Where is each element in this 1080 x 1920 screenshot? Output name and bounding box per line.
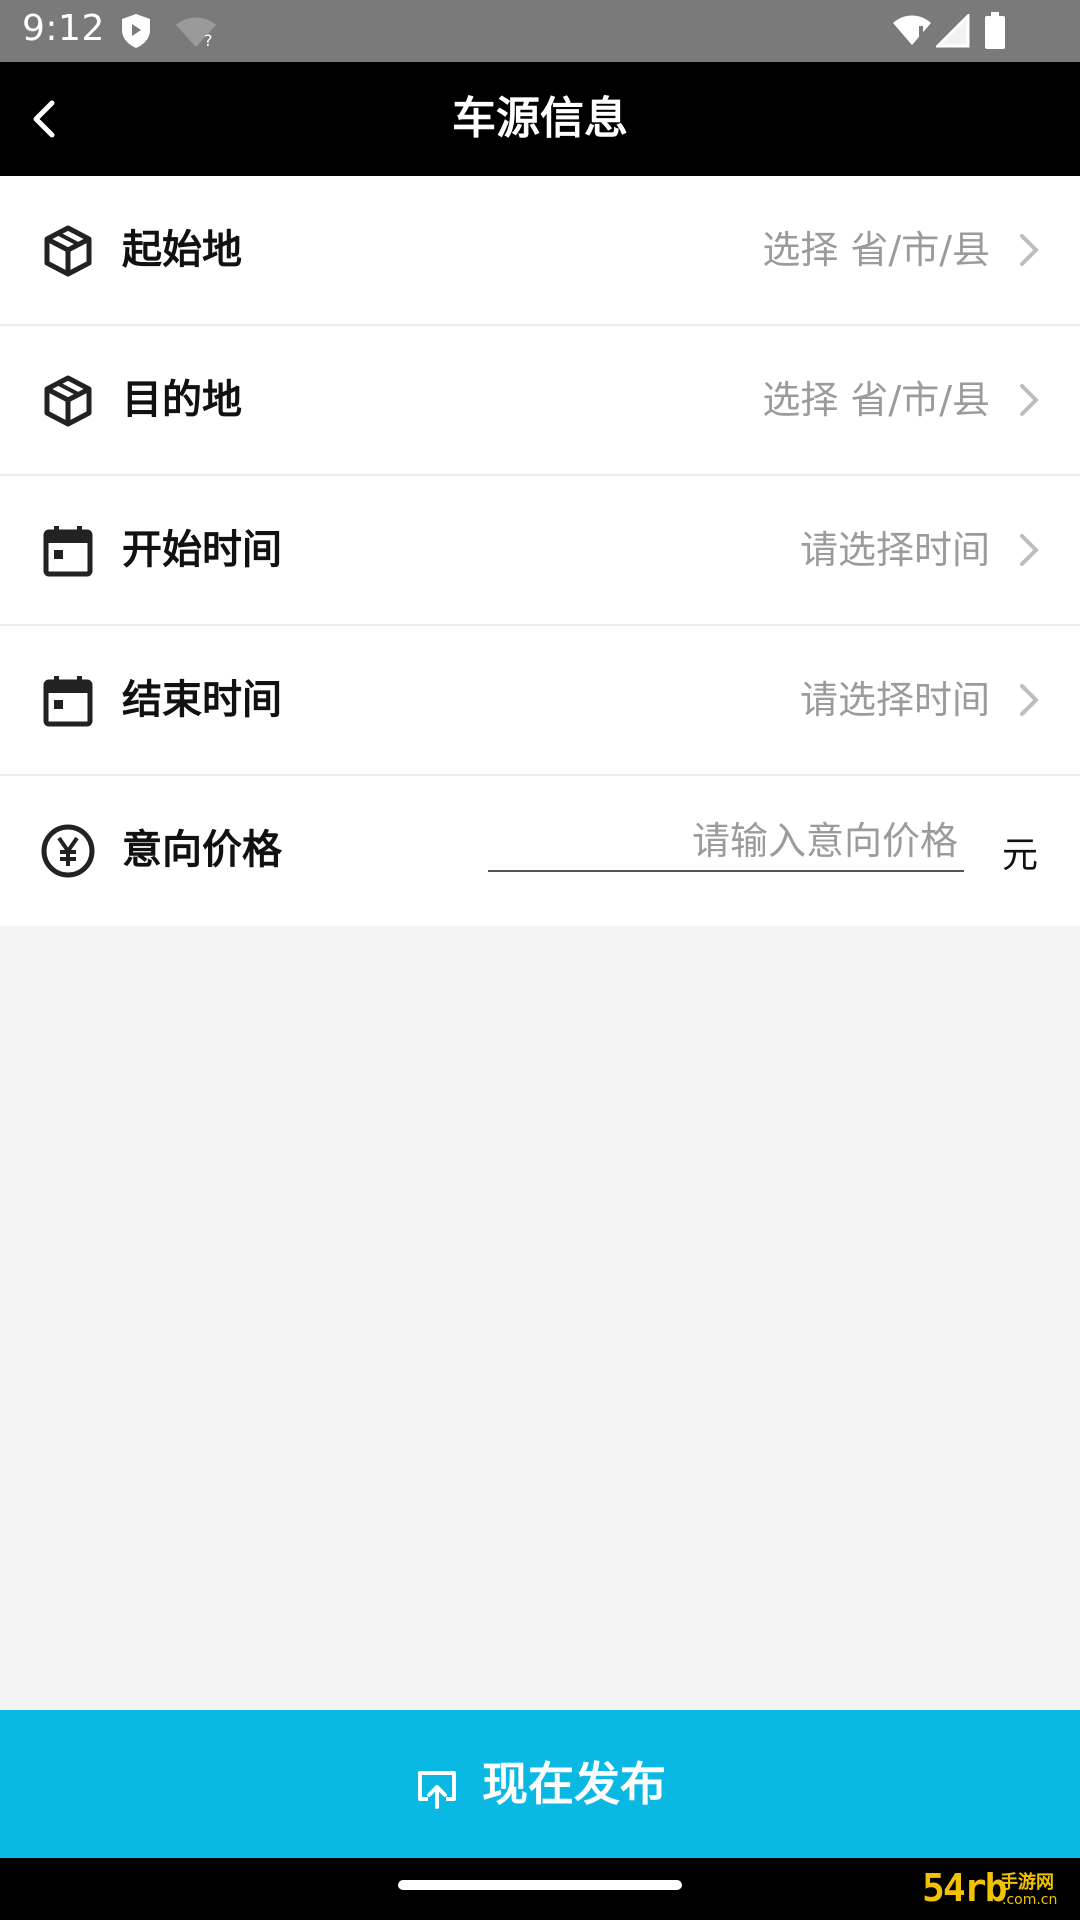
price-unit: 元 [1001,835,1038,876]
origin-label: 起始地 [122,227,242,273]
start-time-value: 请选择时间 [799,528,990,572]
battery-icon [985,12,1005,49]
destination-row[interactable]: 目的地 选择 省/市/县 [0,326,1080,476]
vehicle-info-form: 起始地 选择 省/市/县 目的地 选择 省/市/县 开始时间 请选择时间 结束时… [0,176,1080,926]
watermark-logo: 54rb 手游网 .com.cn [922,1864,1072,1916]
system-nav-bar: 54rb 手游网 .com.cn [0,1858,1080,1920]
shield-icon [122,14,150,48]
destination-value: 选择 省/市/县 [762,378,990,422]
cube-icon [44,375,92,427]
start-time-row[interactable]: 开始时间 请选择时间 [0,476,1080,626]
origin-row[interactable]: 起始地 选择 省/市/县 [0,176,1080,326]
calendar-icon [43,526,93,577]
chevron-right-icon [1020,684,1039,716]
status-bar: 9:12 ? [0,0,1080,62]
price-input[interactable] [488,816,964,872]
chevron-right-icon [1020,534,1039,566]
chevron-right-icon [1020,384,1039,416]
cube-icon [44,225,92,277]
end-time-label: 结束时间 [122,677,282,723]
app-bar: 车源信息 [0,62,1080,176]
start-time-label: 开始时间 [122,527,282,573]
origin-value: 选择 省/市/县 [762,228,990,272]
end-time-row[interactable]: 结束时间 请选择时间 [0,626,1080,776]
watermark-line1: 手游网 [1000,1872,1054,1893]
chevron-right-icon [1020,234,1039,266]
watermark-big: 54rb [922,1866,1008,1910]
svg-text:?: ? [204,31,213,48]
home-gesture-handle[interactable] [398,1880,682,1890]
publish-button[interactable]: 现在发布 [0,1710,1080,1858]
yen-icon [41,824,95,878]
status-time: 9:12 [22,8,105,49]
publish-button-content: 现在发布 [0,1755,1080,1813]
signal-icon [936,14,970,48]
calendar-icon [43,676,93,727]
watermark-line2: .com.cn [1002,1892,1058,1908]
price-row: 意向价格 元 [0,776,1080,926]
wifi-alert-icon [893,15,931,45]
destination-label: 目的地 [122,377,242,423]
publish-button-label: 现在发布 [482,1757,666,1811]
page-title: 车源信息 [452,93,628,144]
price-label: 意向价格 [122,827,282,873]
upload-icon [418,1770,456,1809]
end-time-value: 请选择时间 [799,678,990,722]
wifi-unknown-icon: ? [176,17,216,48]
